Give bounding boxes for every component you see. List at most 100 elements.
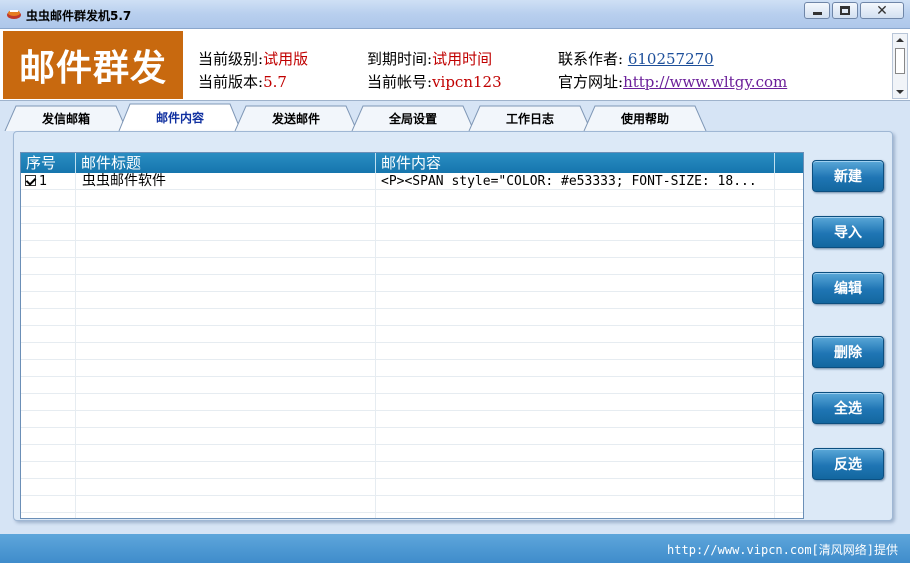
empty-table-row (21, 377, 803, 394)
tab-label: 邮件内容 (155, 110, 204, 125)
new-button[interactable]: 新建 (812, 160, 884, 192)
empty-table-row (21, 207, 803, 224)
tab-label: 工作日志 (505, 111, 554, 126)
tab-global-settings[interactable]: 全局设置 (351, 105, 475, 131)
empty-cell (775, 411, 803, 428)
scroll-thumb[interactable] (895, 48, 905, 74)
status-text: http://www.vipcn.com[清风网络]提供 (667, 543, 898, 557)
contact-link[interactable]: 610257270 (628, 50, 714, 68)
level-info: 当前级别:试用版 (198, 48, 308, 69)
empty-cell (775, 428, 803, 445)
empty-cell (376, 428, 775, 445)
empty-cell (76, 275, 376, 292)
empty-table-row (21, 428, 803, 445)
empty-table-row (21, 445, 803, 462)
empty-cell (76, 190, 376, 207)
maximize-icon (840, 6, 850, 15)
empty-cell (21, 445, 76, 462)
header-panel: 邮件群发 当前级别:试用版 当前版本:5.7 到期时间:试用时间 当前帐号:vi… (0, 29, 910, 101)
expiry-value: 试用时间 (432, 50, 493, 68)
empty-table-row (21, 462, 803, 479)
row-checkbox[interactable] (25, 175, 36, 186)
select-all-button[interactable]: 全选 (812, 392, 884, 424)
edit-button[interactable]: 编辑 (812, 272, 884, 304)
close-button[interactable]: ✕ (860, 2, 904, 19)
import-button[interactable]: 导入 (812, 216, 884, 248)
version-info: 当前版本:5.7 (198, 71, 287, 92)
mail-content-table[interactable]: 序号 邮件标题 邮件内容 1 虫虫邮件软件 <P><SPAN style="CO… (20, 152, 804, 519)
table-row[interactable]: 1 虫虫邮件软件 <P><SPAN style="COLOR: #e53333;… (21, 173, 803, 190)
version-value: 5.7 (263, 73, 287, 91)
empty-cell (21, 411, 76, 428)
empty-cell (21, 292, 76, 309)
empty-cell (76, 513, 376, 518)
tab-label: 发信邮箱 (41, 111, 90, 126)
maximize-button[interactable] (832, 2, 858, 19)
tab-sender-mailbox[interactable]: 发信邮箱 (4, 105, 128, 131)
empty-cell (376, 241, 775, 258)
tab-mail-content[interactable]: 邮件内容 (118, 103, 242, 131)
empty-table-row (21, 326, 803, 343)
empty-cell (76, 445, 376, 462)
column-header-filler (775, 153, 803, 173)
empty-table-row (21, 513, 803, 518)
status-bar: http://www.vipcn.com[清风网络]提供 (0, 534, 910, 563)
empty-cell (21, 207, 76, 224)
empty-cell (376, 309, 775, 326)
empty-cell (76, 207, 376, 224)
empty-cell (775, 513, 803, 518)
site-info: 官方网址:http://www.wltgy.com (558, 71, 787, 92)
close-icon: ✕ (876, 2, 888, 19)
empty-table-row (21, 496, 803, 513)
empty-cell (21, 513, 76, 518)
empty-cell (76, 479, 376, 496)
expiry-info: 到期时间:试用时间 (367, 48, 492, 69)
empty-cell (76, 360, 376, 377)
site-link[interactable]: http://www.wltgy.com (623, 73, 787, 91)
empty-cell (376, 513, 775, 518)
scroll-down-icon[interactable] (896, 90, 904, 94)
tab-send-mail[interactable]: 发送邮件 (234, 105, 358, 131)
empty-cell (76, 326, 376, 343)
empty-cell (775, 360, 803, 377)
empty-cell (76, 428, 376, 445)
level-value: 试用版 (263, 50, 309, 68)
column-header-index[interactable]: 序号 (21, 153, 76, 173)
tab-bar: 发信邮箱 邮件内容 发送邮件 全局设置 工作日志 使用帮助 (0, 101, 910, 131)
empty-cell (21, 275, 76, 292)
empty-cell (376, 411, 775, 428)
column-header-content[interactable]: 邮件内容 (376, 153, 775, 173)
tab-label: 全局设置 (388, 111, 437, 126)
row-index-cell[interactable]: 1 (21, 173, 76, 190)
header-scrollbar[interactable] (892, 33, 908, 99)
row-filler (775, 173, 803, 190)
content-panel: 序号 邮件标题 邮件内容 1 虫虫邮件软件 <P><SPAN style="CO… (13, 131, 893, 521)
empty-cell (21, 241, 76, 258)
empty-cell (76, 496, 376, 513)
delete-button[interactable]: 删除 (812, 336, 884, 368)
minimize-button[interactable] (804, 2, 830, 19)
expiry-label: 到期时间: (367, 50, 433, 68)
version-label: 当前版本: (198, 73, 264, 91)
empty-cell (775, 309, 803, 326)
column-header-title[interactable]: 邮件标题 (76, 153, 376, 173)
empty-table-row (21, 394, 803, 411)
empty-cell (775, 224, 803, 241)
invert-selection-button[interactable]: 反选 (812, 448, 884, 480)
scroll-up-icon[interactable] (896, 38, 904, 42)
empty-cell (76, 411, 376, 428)
empty-cell (775, 326, 803, 343)
empty-cell (775, 377, 803, 394)
logo: 邮件群发 (3, 31, 183, 99)
tab-work-log[interactable]: 工作日志 (468, 105, 592, 131)
empty-cell (376, 462, 775, 479)
empty-cell (21, 462, 76, 479)
empty-cell (775, 292, 803, 309)
empty-table-row (21, 241, 803, 258)
account-label: 当前帐号: (367, 73, 433, 91)
row-content: <P><SPAN style="COLOR: #e53333; FONT-SIZ… (376, 173, 775, 190)
empty-cell (376, 190, 775, 207)
tab-label: 使用帮助 (620, 111, 669, 126)
empty-cell (76, 258, 376, 275)
tab-help[interactable]: 使用帮助 (583, 105, 707, 131)
